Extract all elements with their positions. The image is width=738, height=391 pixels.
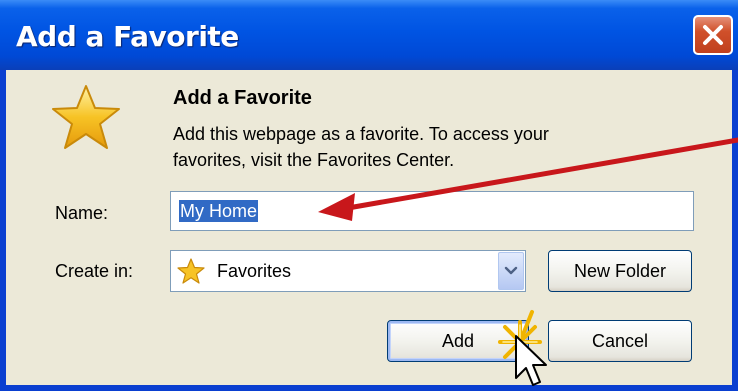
add-button[interactable]: Add bbox=[387, 320, 529, 362]
chevron-down-icon bbox=[504, 266, 518, 275]
name-input[interactable]: My Home bbox=[170, 191, 694, 231]
close-icon bbox=[703, 25, 723, 45]
star-icon bbox=[177, 258, 205, 284]
cancel-button[interactable]: Cancel bbox=[548, 320, 692, 362]
create-in-value: Favorites bbox=[217, 261, 292, 281]
create-in-label: Create in: bbox=[55, 261, 134, 281]
new-folder-button[interactable]: New Folder bbox=[548, 250, 692, 292]
close-button[interactable] bbox=[693, 15, 733, 55]
description-line-1: Add this webpage as a favorite. To acces… bbox=[173, 124, 549, 144]
description-line-2: favorites, visit the Favorites Center. bbox=[173, 150, 455, 170]
title-bar[interactable]: Add a Favorite bbox=[0, 0, 738, 70]
dropdown-button[interactable] bbox=[498, 252, 524, 290]
name-input-value: My Home bbox=[179, 200, 259, 222]
dialog-description: Add this webpage as a favorite. To acces… bbox=[173, 121, 693, 173]
star-icon bbox=[52, 85, 120, 149]
dialog-heading: Add a Favorite bbox=[173, 87, 312, 109]
name-label: Name: bbox=[55, 203, 109, 223]
window-title: Add a Favorite bbox=[16, 20, 239, 53]
create-in-select[interactable]: Favorites bbox=[170, 250, 526, 292]
